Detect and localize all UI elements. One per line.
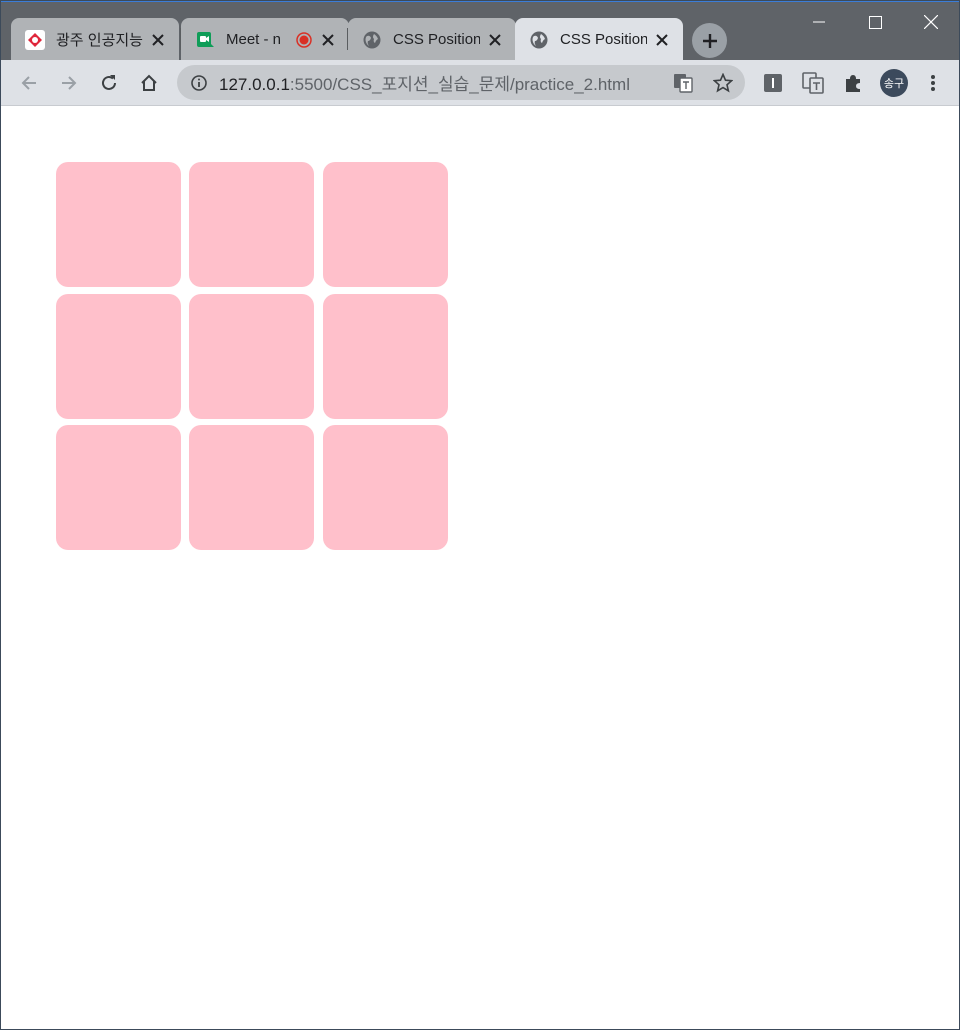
- menu-button[interactable]: [917, 67, 949, 99]
- star-icon[interactable]: [713, 73, 733, 93]
- back-button[interactable]: [13, 67, 45, 99]
- arrow-left-icon: [21, 76, 36, 90]
- home-button[interactable]: [133, 67, 165, 99]
- reload-icon: [102, 75, 116, 90]
- tab-title: Meet - n: [226, 31, 282, 48]
- globe-icon: [529, 30, 549, 50]
- tab-title: CSS Position: [393, 31, 480, 48]
- minimize-button[interactable]: [790, 2, 848, 42]
- forward-button[interactable]: [53, 67, 85, 99]
- window-close-button[interactable]: [902, 2, 960, 42]
- translate-icon: [802, 72, 824, 94]
- url-host: 127.0.0.1: [219, 75, 290, 94]
- url-path: :5500/CSS_포지션_실습_문제/practice_2.html: [289, 75, 630, 94]
- tab-title: 광주 인공지능: [56, 32, 143, 49]
- close-icon[interactable]: [486, 31, 504, 49]
- plus-icon: [702, 33, 717, 48]
- avatar[interactable]: 송구: [880, 69, 908, 97]
- pink-box: [323, 294, 448, 419]
- address-bar[interactable]: 127.0.0.1:5500/CSS_포지션_실습_문제/practice_2.…: [177, 65, 745, 100]
- meet-favicon: [195, 30, 215, 50]
- tab-strip: 광주 인공지능 Meet - n CSS Position CSS Positi…: [1, 1, 960, 61]
- pink-box: [56, 162, 181, 287]
- puzzle-icon: [846, 75, 860, 92]
- more-vert-icon: [931, 75, 935, 91]
- pink-box: [189, 425, 314, 550]
- recording-icon: [295, 31, 313, 49]
- pink-box: [56, 294, 181, 419]
- tab-css-position-2[interactable]: CSS Position: [515, 18, 683, 61]
- url-text: 127.0.0.1:5500/CSS_포지션_실습_문제/practice_2.…: [219, 70, 630, 95]
- close-icon[interactable]: [149, 31, 167, 49]
- extension-i-icon: [764, 74, 782, 92]
- tab-title: CSS Position: [560, 31, 647, 48]
- page-content: [1, 106, 959, 1029]
- translate-icon[interactable]: [673, 73, 693, 93]
- browser-toolbar: 127.0.0.1:5500/CSS_포지션_실습_문제/practice_2.…: [1, 60, 959, 106]
- box-grid: [56, 162, 448, 550]
- pink-box: [189, 162, 314, 287]
- pink-box: [323, 162, 448, 287]
- maximize-icon: [868, 15, 882, 29]
- translate-extension-button[interactable]: [797, 67, 829, 99]
- home-icon: [141, 74, 157, 91]
- extensions-button[interactable]: [837, 67, 869, 99]
- extension-button[interactable]: [757, 67, 789, 99]
- new-tab-button[interactable]: [692, 23, 727, 58]
- tab-meet[interactable]: Meet - n: [181, 18, 349, 61]
- tab-ai-academy[interactable]: 광주 인공지능: [11, 18, 179, 61]
- reload-button[interactable]: [93, 67, 125, 99]
- minimize-icon: [813, 21, 825, 23]
- close-icon[interactable]: [653, 31, 671, 49]
- maximize-button[interactable]: [846, 2, 904, 42]
- close-icon[interactable]: [319, 31, 337, 49]
- close-icon: [924, 15, 938, 29]
- ai-academy-favicon: [25, 29, 45, 50]
- pink-box: [189, 294, 314, 419]
- globe-icon: [362, 30, 382, 50]
- tab-css-position-1[interactable]: CSS Position: [348, 18, 516, 61]
- pink-box: [56, 425, 181, 550]
- pink-box: [323, 425, 448, 550]
- browser-window: 광주 인공지능 Meet - n CSS Position CSS Positi…: [0, 0, 960, 1030]
- arrow-right-icon: [62, 76, 77, 90]
- info-icon[interactable]: [191, 74, 207, 91]
